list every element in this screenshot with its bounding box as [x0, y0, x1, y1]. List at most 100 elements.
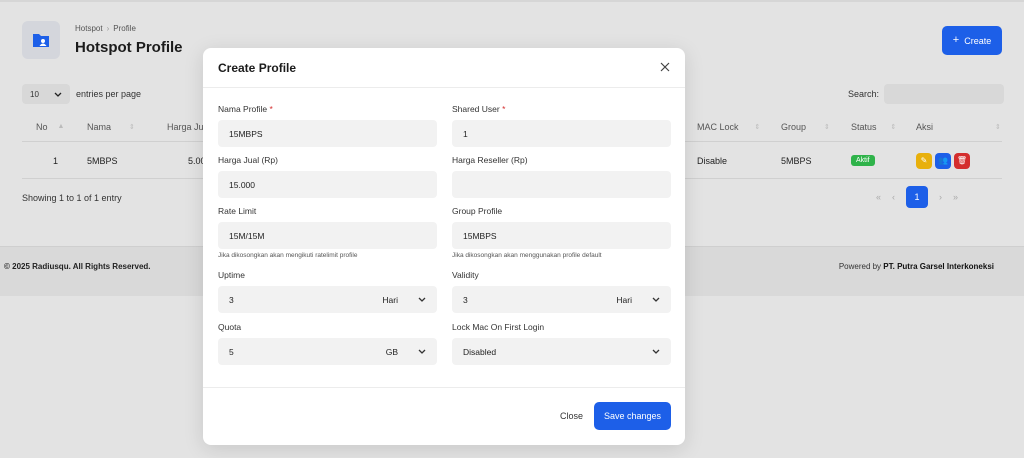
- lock-mac-value: Disabled: [463, 346, 497, 357]
- col-nama-label: Nama: [87, 121, 112, 132]
- powered-prefix: Powered by: [838, 262, 884, 271]
- entries-label: entries per page: [76, 89, 142, 99]
- breadcrumb: Hotspot › Profile: [75, 24, 136, 33]
- col-group-label: Group: [781, 121, 807, 132]
- col-mac-label: MAC Lock: [697, 121, 739, 132]
- powered-by: Powered by PT. Putra Garsel Interkoneksi: [839, 262, 994, 271]
- delete-button[interactable]: 🗑: [954, 152, 970, 169]
- powered-company-link[interactable]: PT. Putra Garsel Interkoneksi: [883, 262, 994, 271]
- modal-header: Create Profile: [203, 48, 685, 88]
- pagination: « ‹ 1 › »: [876, 186, 958, 208]
- rate-limit-hint: Jika dikosongkan akan mengikuti ratelimi…: [218, 252, 358, 259]
- uptime-input-group: 3 Hari: [218, 286, 437, 313]
- close-button[interactable]: Close: [560, 411, 583, 421]
- required-mark: *: [269, 104, 273, 114]
- assign-users-button[interactable]: 👥: [935, 152, 951, 169]
- sort-icon: ⇕: [890, 123, 897, 131]
- modal-footer: Close Save changes: [203, 387, 685, 445]
- nama-profile-input[interactable]: 15MBPS: [218, 120, 437, 147]
- page-size-value: 10: [30, 89, 39, 99]
- close-icon[interactable]: [657, 59, 673, 75]
- quota-unit-select[interactable]: GB: [386, 347, 426, 357]
- col-mac-lock[interactable]: MAC Lock ⇕: [697, 112, 760, 141]
- shared-user-input[interactable]: 1: [452, 120, 671, 147]
- shared-user-label: Shared User *: [452, 104, 671, 116]
- quota-input[interactable]: 5: [229, 347, 234, 357]
- field-quota: Quota 5 GB: [218, 322, 437, 365]
- validity-input-group: 3 Hari: [452, 286, 671, 313]
- col-group[interactable]: Group ⇕: [781, 112, 830, 141]
- col-nama[interactable]: Nama ⇕: [87, 112, 135, 141]
- cell-group: 5MBPS: [781, 155, 812, 166]
- field-shared-user: Shared User * 1: [452, 104, 671, 147]
- breadcrumb-profile: Profile: [113, 24, 136, 33]
- group-profile-input[interactable]: 15MBPS: [452, 222, 671, 249]
- status-badge: Aktif: [851, 155, 875, 166]
- required-mark: *: [502, 104, 506, 114]
- cell-status: Aktif: [851, 143, 875, 178]
- first-page-button[interactable]: «: [876, 192, 881, 202]
- field-harga-jual: Harga Jual (Rp) 15.000: [218, 155, 437, 198]
- top-divider: [0, 0, 1024, 2]
- col-status-label: Status: [851, 121, 877, 132]
- last-page-button[interactable]: »: [953, 192, 958, 202]
- sort-icon: ⇕: [754, 123, 761, 131]
- chevron-down-icon: [652, 297, 660, 302]
- chevron-down-icon: [54, 92, 62, 97]
- next-page-button[interactable]: ›: [939, 192, 942, 202]
- breadcrumb-hotspot[interactable]: Hotspot: [75, 24, 103, 33]
- create-button[interactable]: + Create: [942, 26, 1002, 55]
- cell-actions: ✎ 👥 🗑: [916, 143, 973, 178]
- folder-user-icon: [33, 34, 49, 47]
- sort-icon: ⇕: [824, 123, 830, 131]
- pencil-icon: ✎: [920, 156, 928, 165]
- uptime-unit-value: Hari: [382, 294, 398, 305]
- chevron-down-icon: [418, 349, 426, 354]
- field-group-profile: Group Profile 15MBPS Jika dikosongkan ak…: [452, 206, 671, 259]
- lock-mac-label: Lock Mac On First Login: [452, 322, 545, 332]
- validity-input[interactable]: 3: [463, 295, 468, 305]
- nama-profile-value: 15MBPS: [229, 128, 263, 139]
- page-size-select[interactable]: 10: [22, 84, 70, 104]
- cell-nama: 5MBPS: [87, 155, 118, 166]
- uptime-unit-select[interactable]: Hari: [382, 295, 426, 305]
- shared-user-label-text: Shared User: [452, 104, 500, 114]
- page-1-button[interactable]: 1: [906, 186, 929, 208]
- rate-limit-label: Rate Limit: [218, 206, 257, 216]
- uptime-input[interactable]: 3: [229, 295, 234, 305]
- quota-input-group: 5 GB: [218, 338, 437, 365]
- validity-unit-value: Hari: [616, 294, 632, 305]
- harga-reseller-input[interactable]: [452, 171, 671, 198]
- harga-reseller-label: Harga Reseller (Rp): [452, 155, 528, 165]
- edit-button[interactable]: ✎: [916, 152, 932, 169]
- rate-limit-value: 15M/15M: [229, 230, 265, 241]
- quota-label: Quota: [218, 322, 242, 332]
- cell-no: 1: [53, 155, 59, 166]
- harga-jual-input[interactable]: 15.000: [218, 171, 437, 198]
- col-no[interactable]: No ▲: [36, 112, 64, 141]
- cell-mac-lock: Disable: [697, 155, 728, 166]
- validity-unit-select[interactable]: Hari: [616, 295, 660, 305]
- col-status[interactable]: Status ⇕: [851, 112, 896, 141]
- sort-icon: ▲: [57, 123, 65, 130]
- page-icon: [22, 21, 60, 59]
- field-validity: Validity 3 Hari: [452, 270, 671, 313]
- prev-page-button[interactable]: ‹: [892, 192, 895, 202]
- search-input[interactable]: [884, 84, 1005, 104]
- rate-limit-input[interactable]: 15M/15M: [218, 222, 437, 249]
- validity-label: Validity: [452, 270, 479, 280]
- uptime-label: Uptime: [218, 270, 245, 280]
- nama-profile-label-text: Nama Profile: [218, 104, 268, 114]
- quota-unit-value: GB: [385, 346, 398, 357]
- plus-icon: +: [952, 34, 960, 46]
- users-icon: 👥: [938, 156, 948, 165]
- field-harga-reseller: Harga Reseller (Rp): [452, 155, 671, 198]
- create-button-label: Create: [964, 35, 992, 46]
- col-aksi-label: Aksi: [916, 121, 934, 132]
- field-lock-mac: Lock Mac On First Login Disabled: [452, 322, 671, 365]
- copyright: © 2025 Radiusqu. All Rights Reserved.: [4, 262, 151, 271]
- save-changes-button[interactable]: Save changes: [594, 402, 671, 430]
- lock-mac-select[interactable]: Disabled: [452, 338, 671, 365]
- group-profile-hint: Jika dikosongkan akan menggunakan profil…: [452, 252, 602, 259]
- col-aksi[interactable]: Aksi ⇕: [916, 112, 1001, 141]
